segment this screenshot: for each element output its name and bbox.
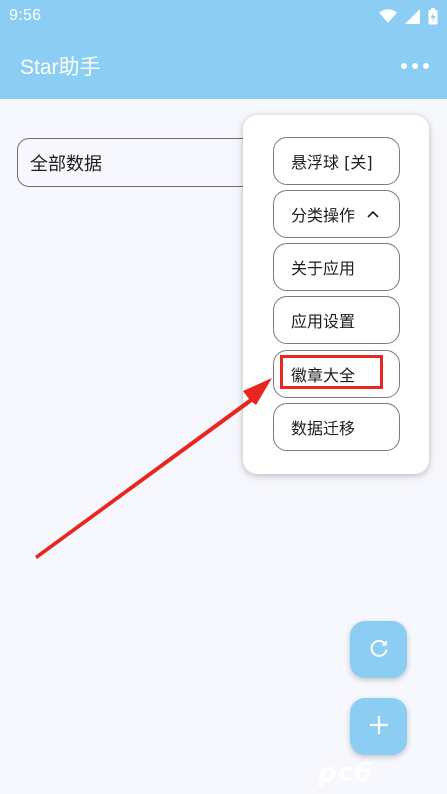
menu-item-app-settings[interactable]: 应用设置	[273, 296, 400, 344]
menu-item-label: 悬浮球 [关]	[291, 153, 373, 172]
refresh-icon	[368, 637, 390, 663]
status-bar: 9:56	[0, 0, 447, 32]
menu-item-label: 徽章大全	[291, 366, 356, 385]
popup-menu: 悬浮球 [关] 分类操作 关于应用 应用设置 徽章大全 数据迁移	[243, 115, 429, 474]
chevron-up-icon	[367, 210, 379, 218]
menu-item-label: 数据迁移	[291, 419, 356, 438]
more-dot	[423, 62, 429, 69]
menu-item-label: 分类操作	[291, 206, 356, 225]
refresh-button[interactable]	[350, 621, 407, 678]
menu-item-label: 关于应用	[291, 259, 356, 278]
cellular-signal-icon	[405, 8, 420, 24]
watermark: pc6	[318, 758, 374, 788]
more-options-button[interactable]	[399, 57, 431, 75]
menu-item-floating-ball[interactable]: 悬浮球 [关]	[273, 137, 400, 185]
filter-value: 全部数据	[30, 153, 102, 175]
status-time: 9:56	[9, 7, 42, 24]
menu-item-data-migration[interactable]: 数据迁移	[273, 403, 400, 451]
menu-item-category-actions[interactable]: 分类操作	[273, 190, 400, 238]
plus-icon	[369, 715, 389, 739]
app-screen: 9:56 Star助手 全部数据 悬浮球 [关] 分类操作 关于应用 应用设置 …	[0, 0, 447, 794]
menu-item-badge-collection[interactable]: 徽章大全	[273, 350, 400, 398]
menu-item-about-app[interactable]: 关于应用	[273, 243, 400, 291]
menu-item-label: 应用设置	[291, 312, 356, 331]
more-horizontal-icon	[401, 62, 407, 69]
more-dot	[412, 62, 418, 69]
add-button[interactable]	[350, 698, 407, 755]
battery-charging-icon	[428, 7, 438, 25]
app-title: Star助手	[20, 55, 101, 79]
wifi-icon	[379, 9, 397, 23]
app-bar: Star助手	[0, 32, 447, 99]
status-icons	[379, 7, 438, 25]
